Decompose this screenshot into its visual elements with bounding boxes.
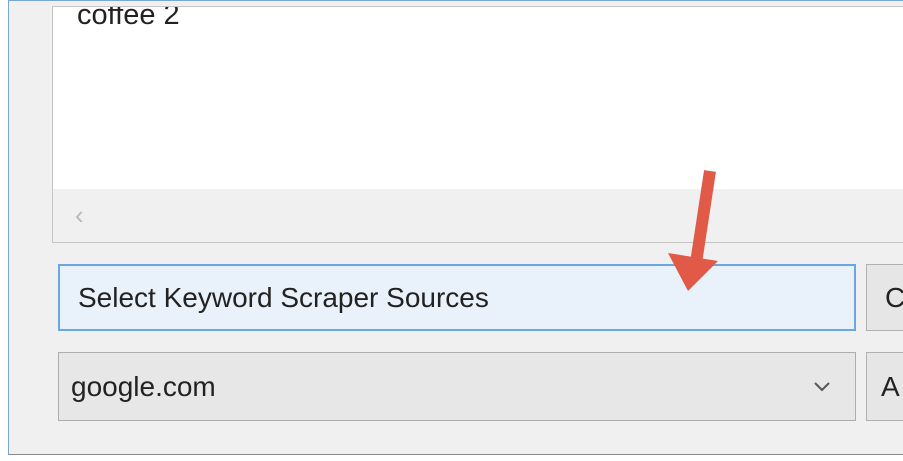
- select-keyword-scraper-sources-button[interactable]: Select Keyword Scraper Sources: [58, 264, 856, 331]
- horizontal-scrollbar[interactable]: ‹: [53, 189, 903, 242]
- partial-right-button-bottom[interactable]: A: [866, 352, 903, 421]
- arrow-down-icon: [668, 170, 718, 291]
- partial-right-button-top[interactable]: C: [866, 264, 903, 331]
- chevron-down-icon: [814, 382, 830, 392]
- search-engine-select[interactable]: google.com: [58, 352, 856, 421]
- partial-right-button-top-label: C: [885, 282, 903, 314]
- keyword-listbox[interactable]: coffee 2 ‹: [52, 6, 903, 243]
- chevron-left-icon[interactable]: ‹: [75, 202, 84, 228]
- partial-right-button-bottom-label: A: [881, 370, 900, 402]
- source-button-label: Select Keyword Scraper Sources: [78, 281, 489, 313]
- search-engine-select-value: google.com: [71, 370, 216, 402]
- list-item[interactable]: coffee 2: [77, 7, 180, 30]
